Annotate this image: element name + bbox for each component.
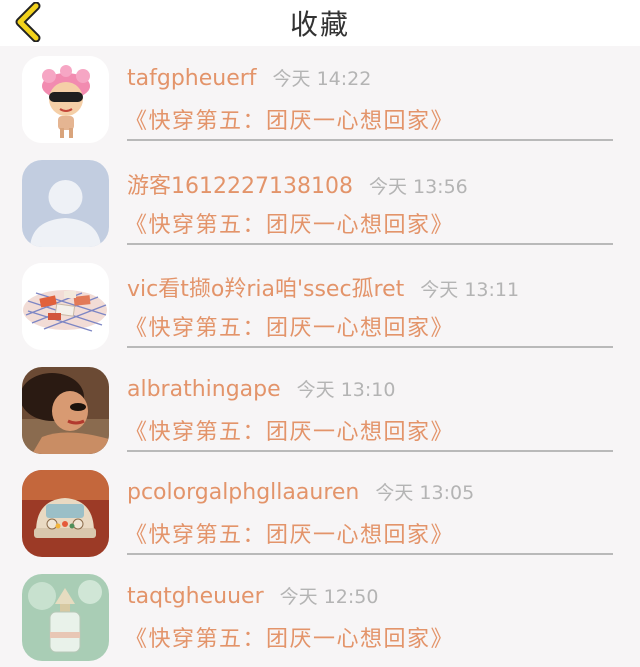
book-title[interactable]: 《快穿第五：团厌一心想回家》 (125, 517, 454, 549)
favorites-list: tafgpheuerf 今天 14:22 《快穿第五：团厌一心想回家》 游客161… (0, 46, 640, 667)
divider (127, 139, 613, 141)
portrait-avatar[interactable] (22, 366, 109, 454)
username[interactable]: 游客1612227138108 (127, 174, 353, 199)
username[interactable]: vic看t撷o羚ria咱'ssec孤ret (127, 277, 404, 302)
list-item[interactable]: albrathingape 今天 13:10 《快穿第五：团厌一心想回家》 (0, 357, 640, 461)
perfume-bottle-avatar[interactable] (22, 573, 109, 661)
book-title[interactable]: 《快穿第五：团厌一心想回家》 (125, 207, 454, 239)
list-item[interactable]: tafgpheuerf 今天 14:22 《快穿第五：团厌一心想回家》 (0, 46, 640, 150)
page-title: 收藏 (289, 8, 350, 41)
book-title[interactable]: 《快穿第五：团厌一心想回家》 (125, 414, 454, 446)
list-item[interactable]: taqtgheuuer 今天 12:50 《快穿第五：团厌一心想回家》 (0, 564, 640, 667)
divider (127, 346, 613, 348)
list-item[interactable]: 游客1612227138108 今天 13:56 《快穿第五：团厌一心想回家》 (0, 150, 640, 254)
name-line: tafgpheuerf 今天 14:22 (127, 64, 371, 91)
name-line: albrathingape 今天 13:10 (127, 375, 395, 402)
timestamp: 今天 13:05 (375, 482, 475, 504)
default-user-avatar[interactable] (22, 159, 109, 247)
timestamp: 今天 13:10 (296, 378, 396, 401)
timestamp: 今天 12:50 (279, 585, 379, 608)
divider (127, 242, 613, 245)
name-line: vic看t撷o羚ria咱'ssec孤ret 今天 13:11 (127, 271, 519, 303)
book-title[interactable]: 《快穿第五：团厌一心想回家》 (125, 310, 454, 342)
username[interactable]: albrathingape (127, 377, 281, 402)
food-grill-avatar[interactable] (22, 263, 109, 350)
cartoon-girl-avatar[interactable] (22, 56, 109, 143)
timestamp: 今天 13:56 (368, 175, 468, 198)
book-title[interactable]: 《快穿第五：团厌一心想回家》 (125, 621, 454, 653)
username[interactable]: pcolorgalphgllaauren (127, 480, 359, 505)
name-line: pcolorgalphgllaauren 今天 13:05 (127, 478, 474, 505)
username[interactable]: tafgpheuerf (127, 66, 257, 91)
name-line: 游客1612227138108 今天 13:56 (127, 168, 468, 200)
divider (127, 553, 613, 555)
vintage-car-avatar[interactable] (22, 470, 109, 557)
timestamp: 今天 13:11 (420, 279, 520, 301)
list-item[interactable]: vic看t撷o羚ria咱'ssec孤ret 今天 13:11 《快穿第五：团厌一心… (0, 253, 640, 357)
username[interactable]: taqtgheuuer (127, 584, 264, 609)
name-line: taqtgheuuer 今天 12:50 (127, 582, 378, 609)
timestamp: 今天 14:22 (272, 68, 372, 90)
divider (127, 449, 613, 452)
app-header: 收藏 (0, 0, 640, 46)
list-item[interactable]: pcolorgalphgllaauren 今天 13:05 《快穿第五：团厌一心想… (0, 460, 640, 564)
book-title[interactable]: 《快穿第五：团厌一心想回家》 (125, 103, 454, 135)
